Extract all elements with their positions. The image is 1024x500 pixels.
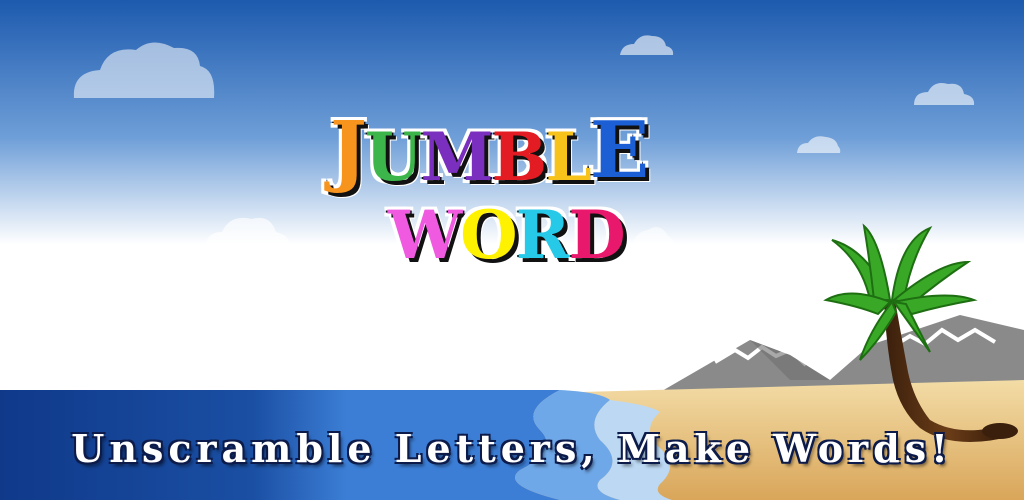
game-logo-bottom: WORD: [386, 196, 627, 274]
logo-letter-b: B: [490, 118, 549, 196]
logo-letter-e: E: [588, 105, 650, 196]
game-logo-top: JUMBLE: [329, 105, 651, 196]
logo-letter-r: R: [514, 196, 572, 274]
logo-letter-m: M: [419, 118, 495, 196]
game-banner: JUMBLE WORD Unscramble Letters, Make Wor…: [0, 0, 1024, 500]
logo-letter-u: U: [363, 118, 424, 196]
logo-letter-l: L: [544, 118, 593, 196]
tagline: Unscramble Letters, Make Words!: [71, 426, 953, 471]
logo-letter-w: W: [386, 196, 463, 274]
logo-letter-d: D: [567, 196, 627, 274]
logo-letter-o: O: [459, 196, 519, 274]
logo-letter-j: J: [329, 105, 369, 196]
